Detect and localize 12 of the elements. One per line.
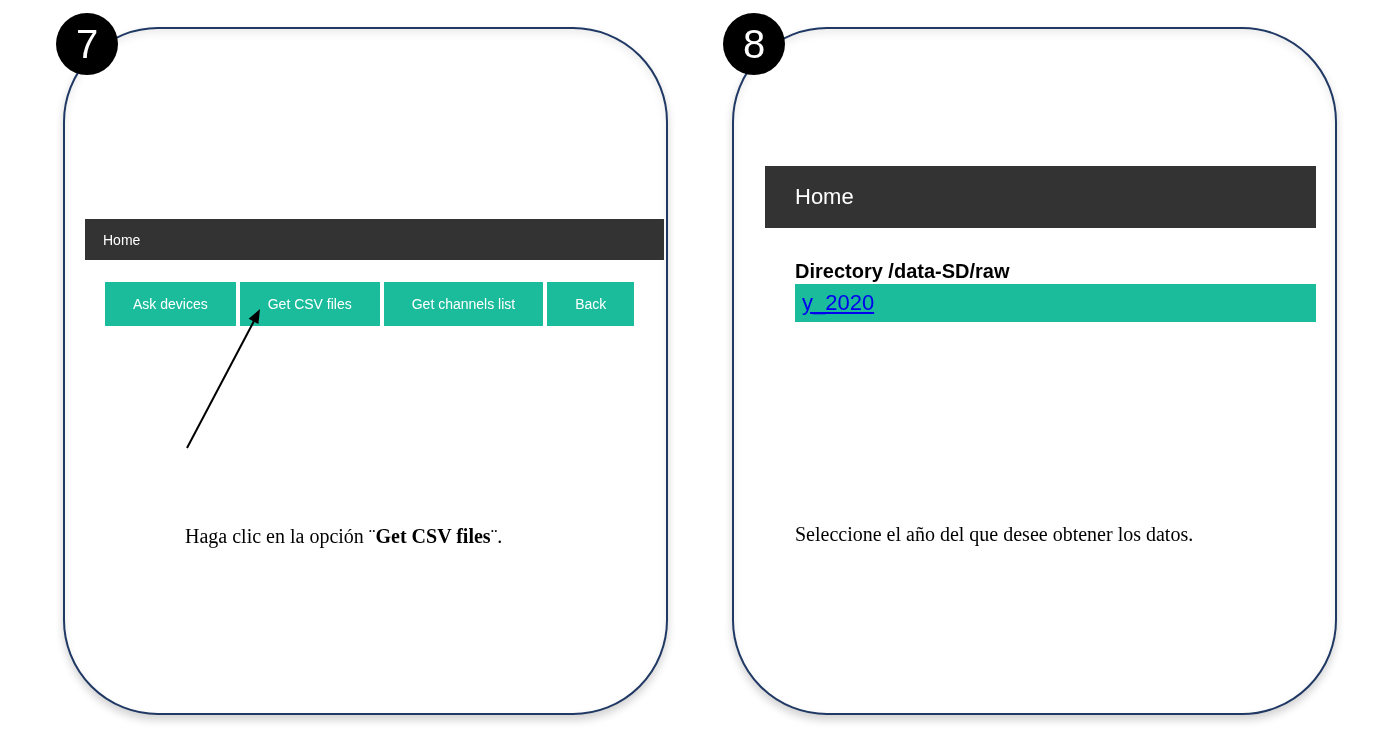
year-link[interactable]: y_2020 [802, 290, 875, 316]
menu-button[interactable]: Back [547, 282, 635, 326]
home-link[interactable]: Home [795, 184, 854, 210]
instruction-text: Haga clic en la opción ¨Get CSV files¨. [185, 525, 504, 548]
home-link[interactable]: Home [103, 231, 141, 248]
instruction-text: Seleccione el año del que desee obtener los datos. [795, 523, 1195, 546]
step-number-badge: 7 [56, 13, 118, 75]
menu-button[interactable]: Get CSV files [239, 282, 380, 326]
menu-button[interactable]: Get channels list [383, 282, 544, 326]
step-number-badge: 8 [723, 13, 785, 75]
directory-heading: Directory /data-SD/raw [795, 259, 1011, 284]
menu-button[interactable]: Ask devices [105, 282, 236, 326]
